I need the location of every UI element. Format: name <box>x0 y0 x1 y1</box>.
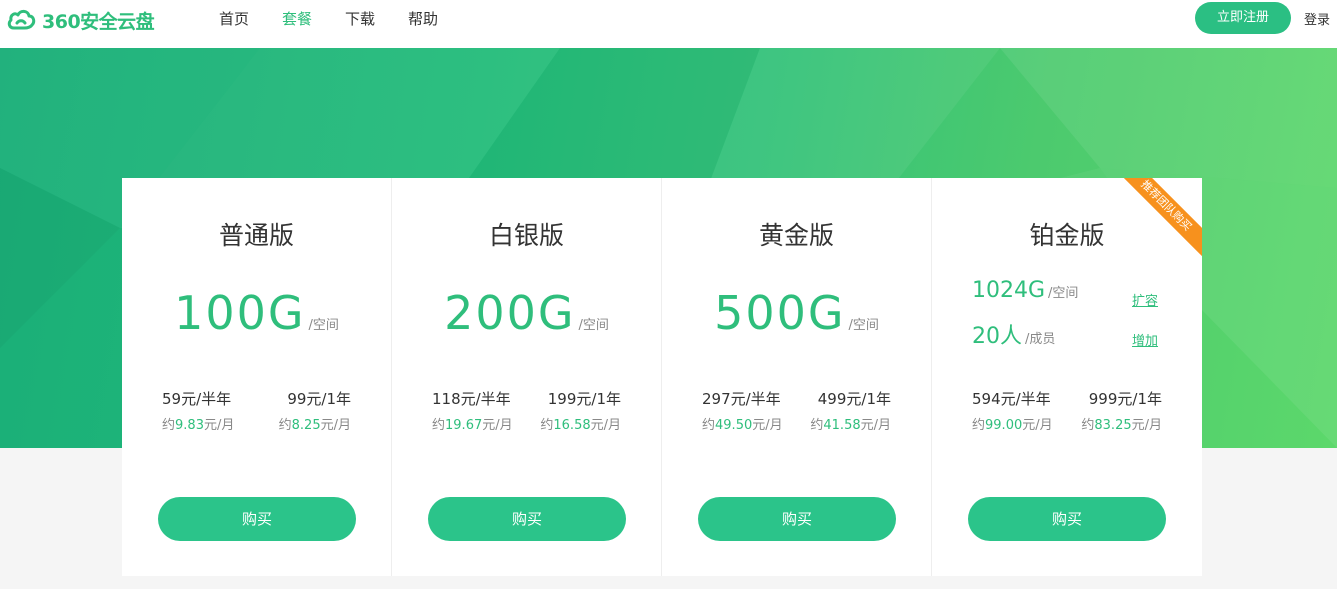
plan-members: 20人/成员 <box>972 318 1055 350</box>
monthly-year: 约16.58元/月 <box>540 418 621 433</box>
price-half-year: 297元/半年 <box>702 390 781 408</box>
monthly-half-year: 约49.50元/月 <box>702 418 783 433</box>
monthly-year: 约41.58元/月 <box>810 418 891 433</box>
buy-button[interactable]: 购买 <box>158 497 356 541</box>
plan-title: 白银版 <box>488 221 564 250</box>
price-year: 499元/1年 <box>817 390 891 408</box>
plan-title: 普通版 <box>218 221 294 250</box>
plan-space: 100G/空间 <box>122 286 391 340</box>
monthly-year: 约8.25元/月 <box>278 418 351 433</box>
logo-text: 360安全云盘 <box>42 10 155 33</box>
monthly-half-year: 约19.67元/月 <box>432 418 513 433</box>
plan-card-gold: 黄金版 500G/空间 297元/半年 499元/1年 约49.50元/月 约4… <box>662 178 932 576</box>
price-year: 199元/1年 <box>547 390 621 408</box>
space-value: 500G <box>714 286 846 340</box>
plan-space: 200G/空间 <box>392 286 661 340</box>
space-value: 200G <box>444 286 576 340</box>
nav-item-home[interactable]: 首页 <box>219 0 249 40</box>
price-year: 99元/1年 <box>287 390 351 408</box>
price-half-year: 594元/半年 <box>972 390 1051 408</box>
members-unit: /成员 <box>1025 332 1056 347</box>
plan-card-silver: 白银版 200G/空间 118元/半年 199元/1年 约19.67元/月 约1… <box>392 178 662 576</box>
logo[interactable]: 360安全云盘 <box>6 8 155 33</box>
space-unit: /空间 <box>848 318 879 333</box>
plan-card-basic: 普通版 100G/空间 59元/半年 99元/1年 约9.83元/月 约8.25… <box>122 178 392 576</box>
plan-space: 500G/空间 <box>662 286 931 340</box>
space-unit: /空间 <box>308 318 339 333</box>
space-value: 1024G <box>972 278 1046 303</box>
register-button[interactable]: 立即注册 <box>1195 2 1291 34</box>
buy-button[interactable]: 购买 <box>428 497 626 541</box>
monthly-half-year: 约99.00元/月 <box>972 418 1053 433</box>
plan-title: 黄金版 <box>758 221 834 250</box>
plan-space: 1024G/空间 <box>972 278 1078 303</box>
plan-card-platinum: 推荐团队购买 铂金版 1024G/空间 扩容 20人/成员 增加 594元/半年… <box>932 178 1202 576</box>
plan-title: 铂金版 <box>1029 221 1105 250</box>
price-half-year: 118元/半年 <box>432 390 511 408</box>
monthly-half-year: 约9.83元/月 <box>162 418 235 433</box>
price-year: 999元/1年 <box>1088 390 1162 408</box>
cloud-logo-icon <box>6 8 36 32</box>
nav-item-plans[interactable]: 套餐 <box>282 0 312 40</box>
monthly-year: 约83.25元/月 <box>1081 418 1162 433</box>
login-link[interactable]: 登录 <box>1304 9 1330 28</box>
nav-item-download[interactable]: 下载 <box>345 0 375 40</box>
nav-item-help[interactable]: 帮助 <box>408 0 438 40</box>
plan-cards: 普通版 100G/空间 59元/半年 99元/1年 约9.83元/月 约8.25… <box>122 178 1202 576</box>
space-unit: /空间 <box>578 318 609 333</box>
space-unit: /空间 <box>1048 286 1079 301</box>
expand-space-link[interactable]: 扩容 <box>1132 290 1158 309</box>
top-header: 360安全云盘 首页 套餐 下载 帮助 立即注册 登录 <box>0 0 1337 48</box>
buy-button[interactable]: 购买 <box>698 497 896 541</box>
space-value: 100G <box>174 286 306 340</box>
add-members-link[interactable]: 增加 <box>1132 330 1158 349</box>
buy-button[interactable]: 购买 <box>968 497 1166 541</box>
price-half-year: 59元/半年 <box>162 390 232 408</box>
members-value: 20人 <box>972 324 1022 349</box>
main-nav: 首页 套餐 下载 帮助 <box>219 0 471 40</box>
